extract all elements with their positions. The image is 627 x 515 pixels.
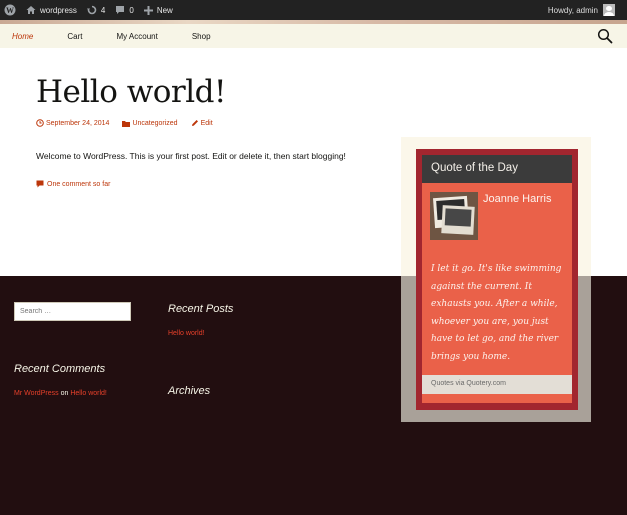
home-icon xyxy=(26,6,36,14)
nav-item-home[interactable]: Home xyxy=(12,32,33,41)
site-name-link[interactable]: wordpress xyxy=(26,0,77,20)
author-photo xyxy=(430,192,478,240)
new-label: New xyxy=(156,5,173,15)
avatar xyxy=(603,4,615,16)
nav-item-my-account[interactable]: My Account xyxy=(116,32,157,41)
nav-item-cart[interactable]: Cart xyxy=(67,32,82,41)
post-content: Welcome to WordPress. This is your first… xyxy=(36,151,346,161)
comment-bubble-icon xyxy=(116,6,125,14)
post-date-link[interactable]: September 24, 2014 xyxy=(36,119,109,127)
quote-source-link[interactable]: Quotes via Quotery.com xyxy=(422,375,572,394)
entry-meta: September 24, 2014 Uncategorized Edit xyxy=(36,119,226,127)
search-input[interactable] xyxy=(14,302,131,321)
quote-widget-title: Quote of the Day xyxy=(422,155,572,183)
post-title[interactable]: Hello world! xyxy=(36,74,226,110)
updates-link[interactable]: 4 xyxy=(86,0,106,20)
comments-count: 0 xyxy=(129,5,134,15)
post-category-link[interactable]: Uncategorized xyxy=(122,119,178,127)
comment-on-text: on xyxy=(60,390,69,397)
recent-comments-title: Recent Comments xyxy=(14,363,106,375)
comment-post-link[interactable]: Hello world! xyxy=(70,390,107,397)
quote-text: I let it go. It's like swimming against … xyxy=(431,264,562,362)
comment-icon xyxy=(36,180,44,188)
wordpress-logo-icon: W xyxy=(4,4,16,16)
comments-link[interactable]: 0 xyxy=(115,0,134,20)
my-account-menu[interactable]: Howdy, admin xyxy=(548,4,627,16)
recent-post-link[interactable]: Hello world! xyxy=(168,330,205,337)
plus-icon xyxy=(143,5,153,15)
quote-widget: Quote of the Day Joanne Harris I let it … xyxy=(422,155,572,403)
svg-text:W: W xyxy=(6,6,14,15)
post-category: Uncategorized xyxy=(132,119,178,127)
recent-posts-title: Recent Posts xyxy=(168,303,234,315)
comments-link[interactable]: One comment so far xyxy=(36,180,110,188)
new-content-link[interactable]: New xyxy=(143,0,173,20)
updates-icon xyxy=(86,5,97,15)
comment-author-link[interactable]: Mr WordPress xyxy=(14,390,59,397)
nav-item-shop[interactable]: Shop xyxy=(192,32,211,41)
folder-icon xyxy=(122,120,131,127)
recent-comment-entry: Mr WordPress on Hello world! xyxy=(14,390,107,397)
archives-title: Archives xyxy=(168,385,211,397)
updates-count: 4 xyxy=(100,5,106,15)
pencil-icon xyxy=(191,120,198,126)
edit-label: Edit xyxy=(200,119,213,127)
admin-bar: W wordpress 4 0 New Howdy, admin xyxy=(0,0,627,20)
howdy-greeting: Howdy, admin xyxy=(547,5,598,15)
clock-icon xyxy=(36,119,44,127)
wordpress-logo-button[interactable]: W xyxy=(4,0,16,20)
quote-author[interactable]: Joanne Harris xyxy=(483,193,551,205)
search-icon[interactable] xyxy=(597,28,613,44)
main-navigation: Home Cart My Account Shop xyxy=(0,24,627,48)
comments-link-text: One comment so far xyxy=(47,180,111,188)
site-name: wordpress xyxy=(40,5,77,15)
post-date: September 24, 2014 xyxy=(46,119,110,127)
edit-post-link[interactable]: Edit xyxy=(191,119,213,127)
